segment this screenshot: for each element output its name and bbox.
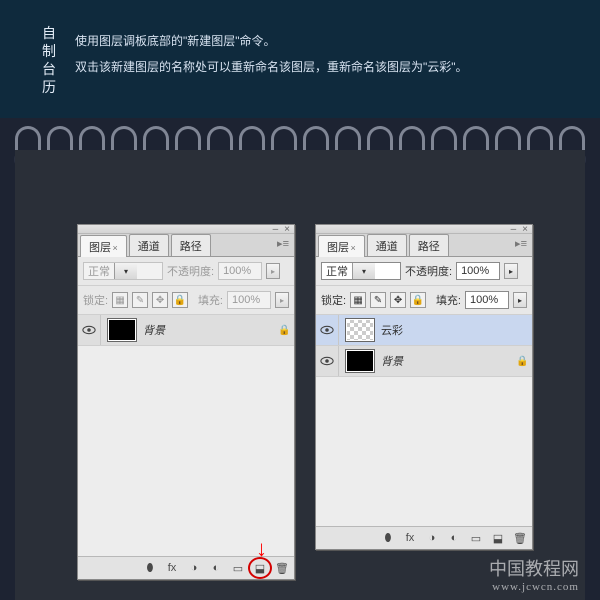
blend-mode-select[interactable]: 正常▾ [83, 262, 163, 280]
lock-all-icon[interactable]: 🔒 [172, 292, 188, 308]
panel-footer: ⬮ fx ◑ ◐ ▭ ⬓ 🗑 [78, 556, 294, 579]
fx-icon[interactable]: fx [402, 531, 418, 545]
lock-icon: 🔒 [278, 325, 294, 336]
lock-fill-row: 锁定: ▦ ✎ ✥ 🔒 填充: 100% ▸ [78, 286, 294, 315]
tab-close-icon[interactable]: × [348, 243, 356, 253]
fill-label: 填充: [436, 292, 461, 308]
tab-channels[interactable]: 通道 [129, 234, 169, 256]
tab-layers[interactable]: 图层 × [318, 235, 365, 257]
panel-menu-icon[interactable]: ▸≡ [277, 237, 289, 250]
layer-name[interactable]: 背景 [143, 322, 278, 338]
layer-row-cloud[interactable]: 云彩 [316, 315, 532, 346]
layer-name[interactable]: 背景 [381, 353, 516, 369]
fill-slider-icon[interactable]: ▸ [275, 292, 289, 308]
description-line-1: 使用图层调板底部的"新建图层"命令。 [75, 28, 468, 54]
lock-transparency-icon[interactable]: ▦ [350, 292, 366, 308]
tab-close-icon[interactable]: × [110, 243, 118, 253]
layer-row-background[interactable]: 背景 🔒 [78, 315, 294, 346]
eye-icon [82, 325, 96, 335]
fill-slider-icon[interactable]: ▸ [513, 292, 527, 308]
group-icon[interactable]: ▭ [230, 561, 246, 575]
description-line-2: 双击该新建图层的名称处可以重新命名该图层，重新命名该图层为"云彩"。 [75, 54, 468, 80]
page-area: 网络例教程 –× 图层 × 通道 路径 ▸≡ 正常▾ 不透明度: 100% ▸ … [15, 150, 585, 600]
lock-label: 锁定: [321, 292, 346, 308]
layers-list: 背景 🔒 [78, 315, 294, 346]
blend-mode-select[interactable]: 正常▾ [321, 262, 401, 280]
watermark: 中国教程网 www.jcwcn.com [489, 560, 579, 596]
tab-paths[interactable]: 路径 [409, 234, 449, 256]
opacity-label: 不透明度: [167, 263, 214, 279]
visibility-toggle[interactable] [316, 346, 339, 376]
lock-label: 锁定: [83, 292, 108, 308]
visibility-toggle[interactable] [78, 315, 101, 345]
tutorial-title: 自制台历 [42, 24, 58, 96]
lock-position-icon[interactable]: ✥ [390, 292, 406, 308]
fill-label: 填充: [198, 292, 223, 308]
opacity-input[interactable]: 100% [456, 262, 500, 280]
opacity-slider-icon[interactable]: ▸ [504, 263, 518, 279]
tutorial-banner: 自制台历 使用图层调板底部的"新建图层"命令。 双击该新建图层的名称处可以重新命… [0, 0, 600, 118]
new-layer-icon[interactable]: ⬓ [252, 561, 268, 575]
blend-opacity-row: 正常▾ 不透明度: 100% ▸ [316, 257, 532, 286]
layer-mask-icon[interactable]: ◑ [424, 531, 440, 545]
chevron-down-icon: ▾ [114, 263, 137, 279]
tab-layers[interactable]: 图层 × [80, 235, 127, 257]
lock-paint-icon[interactable]: ✎ [370, 292, 386, 308]
opacity-label: 不透明度: [405, 263, 452, 279]
layer-mask-icon[interactable]: ◑ [186, 561, 202, 575]
blend-opacity-row: 正常▾ 不透明度: 100% ▸ [78, 257, 294, 286]
adjustment-layer-icon[interactable]: ◐ [446, 531, 462, 545]
tutorial-description: 使用图层调板底部的"新建图层"命令。 双击该新建图层的名称处可以重新命名该图层，… [75, 28, 468, 80]
layer-thumbnail[interactable] [345, 318, 375, 342]
layers-panel-before: –× 图层 × 通道 路径 ▸≡ 正常▾ 不透明度: 100% ▸ 锁定: ▦ … [77, 224, 295, 580]
opacity-slider-icon[interactable]: ▸ [266, 263, 280, 279]
eye-icon [320, 356, 334, 366]
lock-transparency-icon[interactable]: ▦ [112, 292, 128, 308]
group-icon[interactable]: ▭ [468, 531, 484, 545]
panel-menu-icon[interactable]: ▸≡ [515, 237, 527, 250]
lock-icon: 🔒 [516, 356, 532, 367]
layers-list: 云彩 背景 🔒 [316, 315, 532, 377]
link-layers-icon[interactable]: ⬮ [380, 531, 396, 545]
eye-icon [320, 325, 334, 335]
panel-tabs: 图层 × 通道 路径 ▸≡ [316, 234, 532, 257]
lock-all-icon[interactable]: 🔒 [410, 292, 426, 308]
delete-layer-icon[interactable]: 🗑 [512, 531, 528, 545]
layer-thumbnail[interactable] [345, 349, 375, 373]
link-layers-icon[interactable]: ⬮ [142, 561, 158, 575]
panel-tabs: 图层 × 通道 路径 ▸≡ [78, 234, 294, 257]
delete-layer-icon[interactable]: 🗑 [274, 561, 290, 575]
fx-icon[interactable]: fx [164, 561, 180, 575]
layers-panel-after: –× 图层 × 通道 路径 ▸≡ 正常▾ 不透明度: 100% ▸ 锁定: ▦ … [315, 224, 533, 550]
fill-input[interactable]: 100% [227, 291, 271, 309]
panel-footer: ⬮ fx ◑ ◐ ▭ ⬓ 🗑 [316, 526, 532, 549]
lock-fill-row: 锁定: ▦ ✎ ✥ 🔒 填充: 100% ▸ [316, 286, 532, 315]
tab-paths[interactable]: 路径 [171, 234, 211, 256]
panel-titlebar[interactable]: –× [316, 225, 532, 234]
adjustment-layer-icon[interactable]: ◐ [208, 561, 224, 575]
layer-row-background[interactable]: 背景 🔒 [316, 346, 532, 377]
lock-paint-icon[interactable]: ✎ [132, 292, 148, 308]
visibility-toggle[interactable] [316, 315, 339, 345]
layer-thumbnail[interactable] [107, 318, 137, 342]
lock-position-icon[interactable]: ✥ [152, 292, 168, 308]
tab-channels[interactable]: 通道 [367, 234, 407, 256]
layer-name[interactable]: 云彩 [381, 322, 532, 338]
panel-titlebar[interactable]: –× [78, 225, 294, 234]
opacity-input[interactable]: 100% [218, 262, 262, 280]
new-layer-icon[interactable]: ⬓ [490, 531, 506, 545]
fill-input[interactable]: 100% [465, 291, 509, 309]
chevron-down-icon: ▾ [352, 263, 375, 279]
